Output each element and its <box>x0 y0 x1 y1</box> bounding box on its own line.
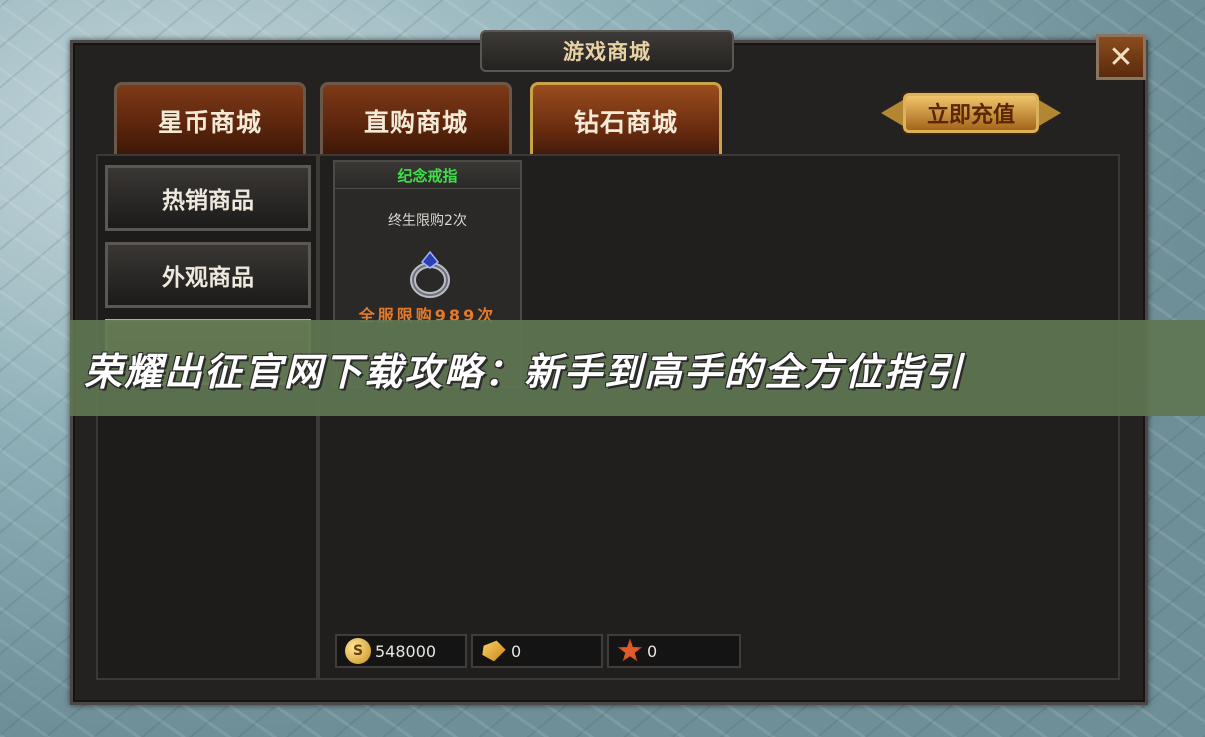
currency-value: 0 <box>647 641 658 661</box>
coin-icon: S <box>345 638 371 664</box>
gold-ingot-icon <box>482 640 506 662</box>
banner-title: 荣耀出征官网下载攻略：新手到高手的全方位指引 <box>84 349 965 394</box>
item-name: 纪念戒指 <box>335 162 520 189</box>
category-sidebar <box>96 154 318 680</box>
recharge-button[interactable]: 立即充值 <box>876 86 1066 140</box>
close-icon: ✕ <box>1108 39 1134 75</box>
window-title: 游戏商城 <box>480 30 734 72</box>
ring-icon <box>410 250 450 298</box>
close-button[interactable]: ✕ <box>1096 34 1146 80</box>
currency-gold: 0 <box>471 634 603 668</box>
left-wing-ornament <box>881 100 903 126</box>
currency-value: 548000 <box>375 641 437 661</box>
sidebar-item-appearance-items[interactable]: 外观商品 <box>105 242 311 308</box>
tab-star-coin-shop[interactable]: 星币商城 <box>114 82 306 156</box>
sidebar-item-hot-items[interactable]: 热销商品 <box>105 165 311 231</box>
tab-diamond-shop[interactable]: 钻石商城 <box>530 82 722 156</box>
recharge-label: 立即充值 <box>903 93 1039 133</box>
item-personal-limit: 终生限购2次 <box>388 213 467 229</box>
medal-icon <box>617 638 643 662</box>
right-wing-ornament <box>1039 100 1061 126</box>
currency-star-coin: S 548000 <box>335 634 467 668</box>
tab-direct-purchase-shop[interactable]: 直购商城 <box>320 82 512 156</box>
currency-medal: 0 <box>607 634 741 668</box>
article-title-banner: 荣耀出征官网下载攻略：新手到高手的全方位指引 <box>70 320 1205 416</box>
currency-value: 0 <box>511 641 522 661</box>
